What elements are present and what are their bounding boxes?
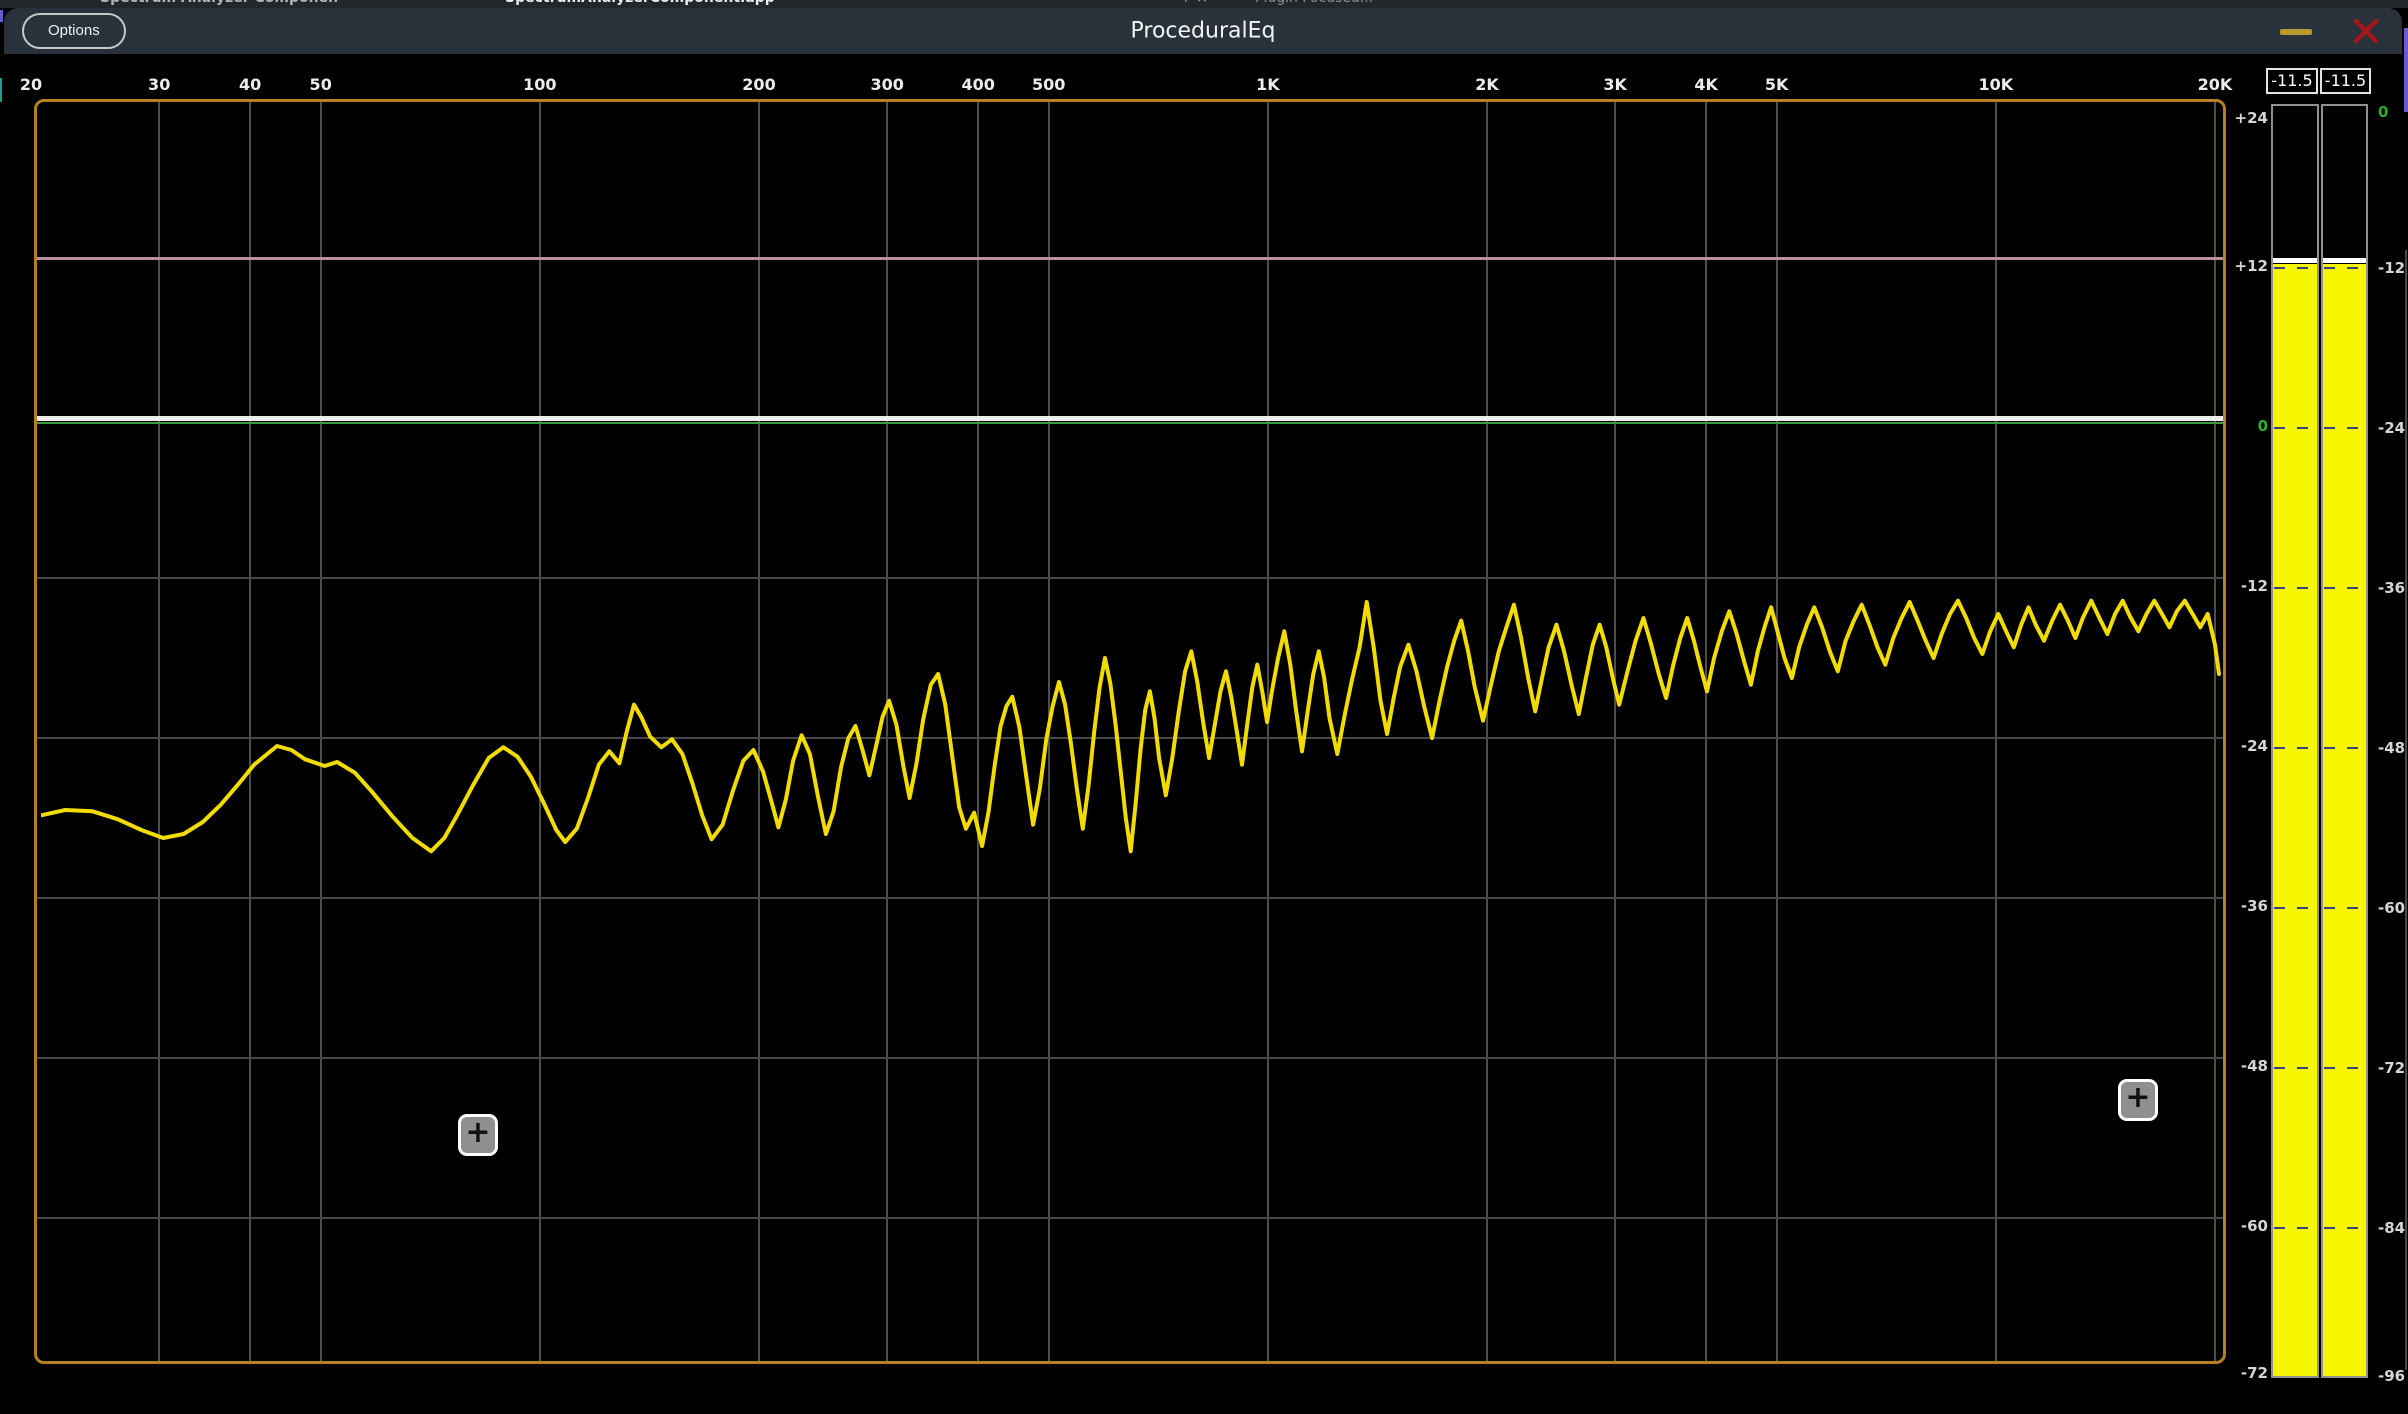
db-scale-meter: 0 -12 -24 -36 -48 -60 -72 -84 -96 <box>2378 8 2408 1414</box>
gridline-freq-50 <box>320 102 322 1361</box>
meter-tick--12 <box>2274 267 2316 269</box>
meter-tick--84 <box>2324 1227 2365 1229</box>
plugin-window: Options ProceduralEq 20 30 40 50 100 200 300 40… <box>4 8 2402 1406</box>
meter-scale--12: -12 <box>2378 259 2405 277</box>
level-meter-left <box>2271 104 2319 1378</box>
meter-tick--72 <box>2324 1067 2365 1069</box>
freq-tick-40: 40 <box>239 72 261 98</box>
plot-scale-+24: +24 <box>2235 109 2268 127</box>
gridline-freq-500 <box>1048 102 1050 1361</box>
level-meter-right <box>2321 104 2368 1378</box>
plot-scale--36: -36 <box>2241 897 2268 915</box>
gridline-freq-200 <box>758 102 760 1361</box>
freq-tick-20K: 20K <box>2198 72 2233 98</box>
meter-readout-left: -11.5 <box>2266 68 2318 94</box>
meter-scale--84: -84 <box>2378 1219 2405 1237</box>
freq-tick-2K: 2K <box>1475 72 1499 98</box>
meter-tick--12 <box>2324 267 2365 269</box>
background-window-tab-title: SpectrumAnalyzerComponent.app <box>505 0 775 6</box>
meter-peak-cap <box>2273 258 2317 263</box>
meter-readout-right: -11.5 <box>2320 68 2371 94</box>
spectrum-plot-area[interactable] <box>34 99 2226 1364</box>
gridline-freq-40 <box>249 102 251 1361</box>
plot-scale--60: -60 <box>2241 1217 2268 1235</box>
freq-tick-10K: 10K <box>1979 72 2014 98</box>
gridline-db--12 <box>37 577 2223 579</box>
plot-scale--72: -72 <box>2241 1364 2268 1382</box>
meter-scale-0: 0 <box>2378 103 2388 121</box>
gridline-freq-10K <box>1995 102 1997 1361</box>
meter-tick--60 <box>2324 907 2365 909</box>
frequency-axis: 20 30 40 50 100 200 300 400 500 1K 2K 3K 4K 5K 10K 20K <box>4 72 2408 98</box>
freq-tick-400: 400 <box>961 72 994 98</box>
background-edge-sliver <box>0 10 3 22</box>
gridline-db--60 <box>37 1217 2223 1219</box>
plot-scale-0: 0 <box>2258 417 2268 435</box>
gridline-db--48 <box>37 1057 2223 1059</box>
background-edge-sliver <box>0 78 2 102</box>
freq-tick-100: 100 <box>523 72 556 98</box>
minimize-icon[interactable] <box>2280 29 2312 35</box>
meter-tick--48 <box>2274 747 2316 749</box>
gridline-freq-100 <box>539 102 541 1361</box>
meter-tick--48 <box>2324 747 2365 749</box>
freq-tick-5K: 5K <box>1765 72 1789 98</box>
meter-level-fill <box>2323 264 2366 1376</box>
freq-tick-200: 200 <box>742 72 775 98</box>
gridline-freq-300 <box>886 102 888 1361</box>
gridline-freq-3K <box>1614 102 1616 1361</box>
freq-tick-1K: 1K <box>1256 72 1280 98</box>
meter-tick--36 <box>2324 587 2365 589</box>
window-title: ProceduralEq <box>1131 19 1276 44</box>
options-button[interactable]: Options <box>22 13 126 49</box>
plot-scale-+12: +12 <box>2235 257 2268 275</box>
freq-tick-4K: 4K <box>1694 72 1718 98</box>
eq-response-0db[interactable] <box>37 416 2223 421</box>
freq-tick-20: 20 <box>20 72 42 98</box>
db-scale-plot: +24 +12 0 -12 -24 -36 -48 -60 -72 <box>2230 8 2268 1414</box>
meter-peak-cap <box>2323 258 2366 263</box>
title-bar[interactable]: Options ProceduralEq <box>4 8 2402 54</box>
gridline-db--36 <box>37 897 2223 899</box>
freq-tick-3K: 3K <box>1603 72 1627 98</box>
reference-line-plus12[interactable] <box>37 257 2223 260</box>
meter-tick--60 <box>2274 907 2316 909</box>
plot-scale--12: -12 <box>2241 577 2268 595</box>
gridline-freq-4K <box>1705 102 1707 1361</box>
meter-scale--48: -48 <box>2378 739 2405 757</box>
freq-tick-300: 300 <box>870 72 903 98</box>
gridline-freq-5K <box>1776 102 1778 1361</box>
meter-scale--96: -96 <box>2378 1367 2405 1385</box>
background-window-text: Spectrum Analyzer Componen <box>100 0 338 6</box>
secondary-response[interactable] <box>37 422 2223 424</box>
plot-scale--48: -48 <box>2241 1057 2268 1075</box>
freq-tick-50: 50 <box>310 72 332 98</box>
background-window-controls: + × <box>1180 0 1208 6</box>
gridline-freq-2K <box>1486 102 1488 1361</box>
meter-scale--72: -72 <box>2378 1059 2405 1077</box>
meter-scale--24: -24 <box>2378 419 2405 437</box>
gridline-freq-30 <box>158 102 160 1361</box>
gridline-freq-1K <box>1267 102 1269 1361</box>
meter-tick--24 <box>2274 427 2316 429</box>
gridline-freq-20K <box>2214 102 2216 1361</box>
plot-scale--24: -24 <box>2241 737 2268 755</box>
add-band-button-2[interactable]: + <box>2118 1079 2158 1121</box>
freq-tick-500: 500 <box>1032 72 1065 98</box>
gridline-freq-400 <box>977 102 979 1361</box>
meter-tick--84 <box>2274 1227 2316 1229</box>
close-icon[interactable] <box>2352 17 2380 45</box>
add-band-button-1[interactable]: + <box>458 1114 498 1156</box>
meter-scale--60: -60 <box>2378 899 2405 917</box>
background-window-status: Plugin Focused... <box>1255 0 1373 6</box>
meter-level-fill <box>2273 264 2317 1376</box>
background-window-strip: Spectrum Analyzer Componen SpectrumAnaly… <box>0 0 2408 8</box>
meter-tick--24 <box>2324 427 2365 429</box>
freq-tick-30: 30 <box>148 72 170 98</box>
meter-tick--36 <box>2274 587 2316 589</box>
meter-scale--36: -36 <box>2378 579 2405 597</box>
meter-tick--72 <box>2274 1067 2316 1069</box>
gridline-db--24 <box>37 737 2223 739</box>
